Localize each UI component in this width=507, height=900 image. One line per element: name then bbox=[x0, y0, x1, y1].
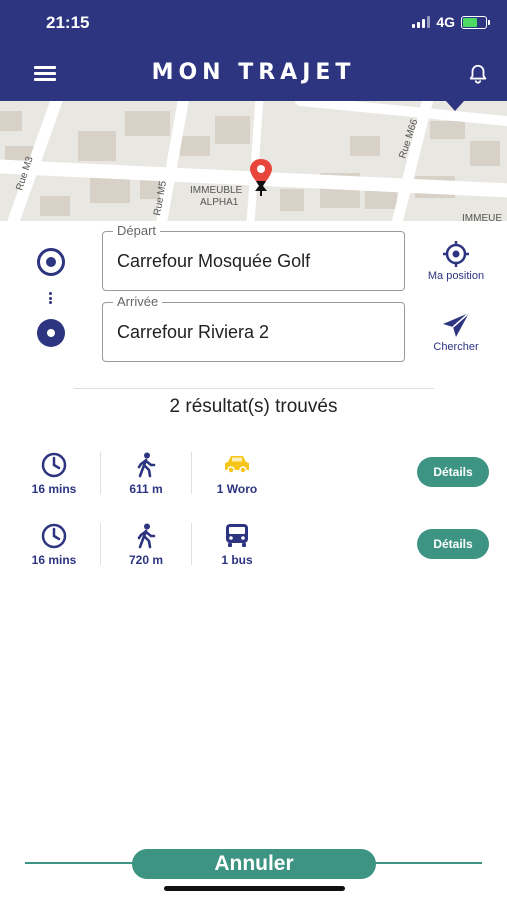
walk-value: 611 m bbox=[129, 482, 163, 496]
my-position-button[interactable]: Ma position bbox=[416, 240, 496, 282]
search-label: Chercher bbox=[433, 341, 479, 353]
transport-metric: 1 Woro bbox=[197, 452, 277, 496]
route-dots-icon bbox=[49, 292, 53, 304]
details-button[interactable]: Détails bbox=[417, 457, 489, 487]
duration-value: 16 mins bbox=[31, 482, 77, 496]
transport-value: 1 bus bbox=[221, 553, 253, 567]
status-indicators: 4G bbox=[412, 14, 490, 30]
separator bbox=[100, 452, 101, 494]
separator bbox=[191, 452, 192, 494]
search-button[interactable]: Chercher bbox=[416, 311, 496, 353]
arrivee-field-label: Arrivée bbox=[113, 294, 163, 309]
transport-metric: 1 bus bbox=[197, 523, 277, 567]
send-icon bbox=[443, 312, 470, 337]
duration-value: 16 mins bbox=[31, 553, 77, 567]
depart-marker-icon bbox=[37, 248, 65, 276]
cancel-button[interactable]: Annuler bbox=[132, 849, 376, 879]
results-count: 2 résultat(s) trouvés bbox=[169, 396, 338, 417]
map-canvas: Rue M3 Rue M5 Rue M66 IMMEUBLE ALPHA1 IM… bbox=[0, 101, 507, 221]
clock-icon bbox=[41, 523, 67, 549]
network-type: 4G bbox=[436, 14, 455, 30]
divider bbox=[74, 388, 434, 389]
arrivee-marker-icon bbox=[37, 319, 65, 347]
separator bbox=[191, 523, 192, 565]
depart-field[interactable]: Départ Carrefour Mosquée Golf bbox=[102, 223, 405, 291]
walk-metric: 611 m bbox=[106, 452, 186, 496]
duration-metric: 16 mins bbox=[14, 523, 94, 567]
transport-value: 1 Woro bbox=[216, 482, 258, 496]
app-header: 21:15 4G MON TRAJET bbox=[0, 0, 507, 101]
map-label-alpha: ALPHA1 bbox=[200, 197, 239, 208]
result-row[interactable]: 16 mins 611 m 1 Woro Détails bbox=[0, 452, 507, 512]
map-label-building: IMMEUBLE bbox=[190, 185, 243, 196]
home-indicator bbox=[164, 886, 345, 891]
walking-icon bbox=[137, 523, 156, 549]
battery-icon bbox=[461, 15, 490, 29]
separator bbox=[100, 523, 101, 565]
details-button[interactable]: Détails bbox=[417, 529, 489, 559]
signal-icon bbox=[412, 16, 431, 28]
status-time: 21:15 bbox=[46, 13, 90, 32]
page-title: MON TRAJET bbox=[151, 60, 356, 85]
result-row[interactable]: 16 mins 720 m 1 bus Détails bbox=[0, 523, 507, 583]
walk-value: 720 m bbox=[128, 553, 164, 567]
car-icon bbox=[225, 456, 249, 474]
clock-icon bbox=[41, 452, 67, 478]
arrivee-field[interactable]: Arrivée Carrefour Riviera 2 bbox=[102, 294, 405, 362]
walking-icon bbox=[137, 452, 156, 478]
my-position-label: Ma position bbox=[427, 270, 485, 282]
bus-icon bbox=[226, 524, 248, 547]
map-pointer bbox=[446, 101, 464, 111]
arrivee-field-value[interactable]: Carrefour Riviera 2 bbox=[117, 322, 269, 343]
depart-field-value[interactable]: Carrefour Mosquée Golf bbox=[117, 251, 310, 272]
depart-field-label: Départ bbox=[113, 223, 161, 238]
map-label-edge: IMMEUE bbox=[462, 213, 502, 221]
walk-metric: 720 m bbox=[106, 523, 186, 567]
crosshair-icon bbox=[443, 241, 469, 267]
duration-metric: 16 mins bbox=[14, 452, 94, 496]
bell-icon[interactable] bbox=[467, 62, 489, 86]
map-view[interactable]: Rue M3 Rue M5 Rue M66 IMMEUBLE ALPHA1 IM… bbox=[0, 101, 507, 221]
